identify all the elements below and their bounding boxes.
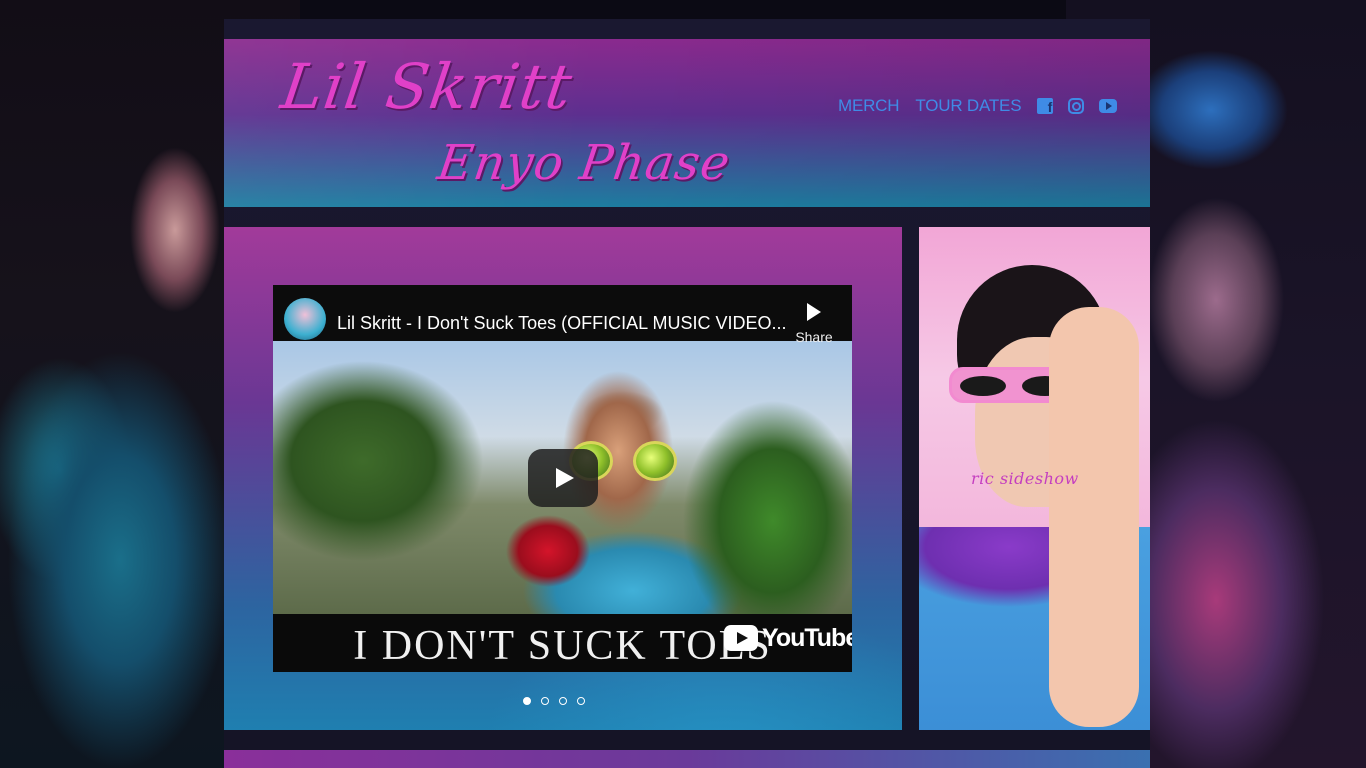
carousel-dot-2[interactable] [541,697,549,705]
carousel-indicators [523,697,585,705]
facebook-icon[interactable]: f [1037,98,1054,115]
site-logo-title[interactable]: Lil Skritt [277,50,577,123]
video-title[interactable]: Lil Skritt - I Don't Suck Toes (OFFICIAL… [337,313,787,334]
side-artwork: ric sideshow [919,227,1150,730]
share-label: Share [795,329,833,345]
channel-avatar[interactable] [284,298,326,340]
carousel-dot-4[interactable] [577,697,585,705]
youtube-icon[interactable] [1099,99,1118,113]
social-links: f [1037,98,1118,115]
share-icon [807,303,821,321]
carousel-dot-3[interactable] [559,697,567,705]
next-section-strip [224,750,1150,768]
nav-merch-link[interactable]: MERCH [838,96,900,116]
main-nav: MERCH TOUR DATES f [838,94,1118,118]
youtube-logo-text: YouTube [762,623,852,652]
carousel-dot-1[interactable] [523,697,531,705]
youtube-logo[interactable]: YouTube [724,622,852,654]
instagram-icon[interactable] [1068,98,1085,114]
play-button[interactable] [528,449,598,507]
site-logo-subtitle[interactable]: Enyo Phase [434,135,734,191]
artwork-caption: ric sideshow [971,469,1079,488]
artwork-hand [1049,307,1139,727]
youtube-embed[interactable]: Lil Skritt - I Don't Suck Toes (OFFICIAL… [273,285,852,672]
youtube-logo-icon [724,625,758,651]
share-button[interactable]: Share [789,301,839,353]
nav-tour-dates-link[interactable]: TOUR DATES [915,96,1021,116]
